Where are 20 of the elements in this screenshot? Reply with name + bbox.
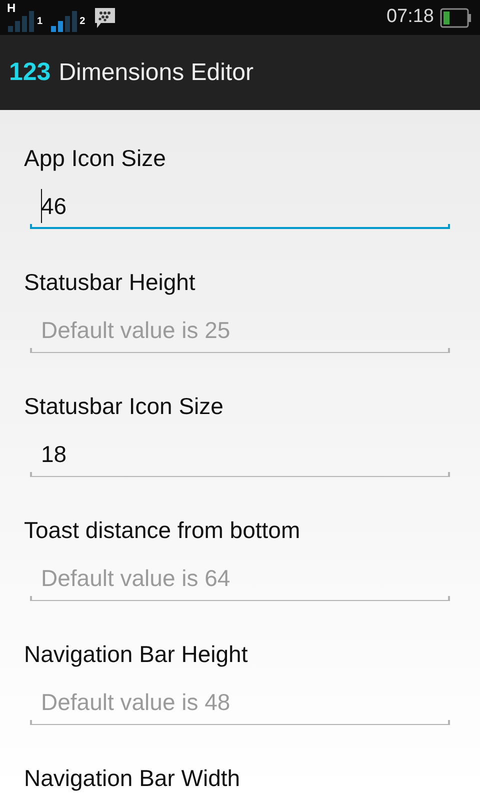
chat-bubble-icon: [93, 6, 118, 30]
input-field[interactable]: Default value is 25: [30, 309, 450, 353]
battery-icon: [440, 8, 472, 28]
input-field[interactable]: 18: [30, 433, 450, 477]
network-type: H: [7, 2, 16, 14]
field-label: Statusbar Icon Size: [24, 392, 224, 421]
input-field[interactable]: Default value is 64: [30, 557, 450, 601]
screen-title: Dimensions Editor: [58, 58, 254, 88]
input-field[interactable]: 46: [30, 185, 450, 229]
text-cursor: [41, 189, 42, 223]
field-label: App Icon Size: [24, 144, 166, 173]
field-label: Navigation Bar Width: [24, 764, 240, 793]
field-label: Statusbar Height: [24, 268, 196, 297]
app-logo: 123: [9, 56, 51, 88]
sim-number: 1: [37, 15, 43, 29]
field-label: Navigation Bar Height: [24, 640, 248, 669]
clock-time: 07:18: [386, 5, 434, 30]
field-label: Toast distance from bottom: [24, 516, 300, 545]
sim-number: 2: [80, 15, 86, 29]
input-field[interactable]: Default value is 48: [30, 681, 450, 725]
